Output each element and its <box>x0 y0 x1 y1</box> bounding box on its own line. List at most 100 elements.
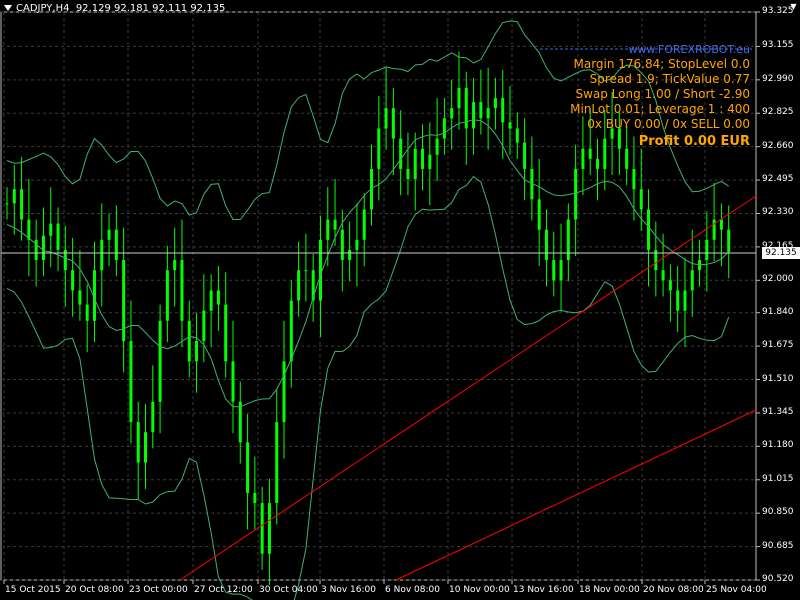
candle-body <box>523 142 527 169</box>
ohlc-readout: 92.129 92.181 92.111 92.135 <box>75 3 226 14</box>
time-tick-label: 20 Oct 08:00 <box>65 585 124 595</box>
candle-body <box>690 270 694 291</box>
price-tick-label: 93.155 <box>762 40 794 51</box>
candle-body <box>71 270 75 291</box>
candle-body <box>253 492 257 504</box>
candle-body <box>661 270 665 281</box>
candle-body <box>195 341 199 362</box>
candle-body <box>428 154 432 169</box>
candle-body <box>413 148 417 180</box>
profit-label: Profit 0.00 EUR <box>638 134 750 149</box>
price-tick-label: 90.685 <box>762 540 794 551</box>
candle-body <box>202 310 206 342</box>
candle-body <box>676 290 680 311</box>
current-price-badge: 92.135 <box>762 246 800 259</box>
forexrobot-link[interactable]: www.FOREXROBOT.eu <box>570 42 750 57</box>
candle-body <box>267 503 271 554</box>
info-line: Swap Long 1.00 / Short -2.90 <box>575 87 750 101</box>
candle-body <box>595 158 599 169</box>
price-tick-label: 93.325 <box>762 6 794 16</box>
price-tick-label: 92.000 <box>762 274 794 285</box>
candle-body <box>406 168 410 180</box>
candle-body <box>501 98 505 123</box>
info-panel: www.FOREXROBOT.eu Margin 176.84; StopLev… <box>570 42 750 149</box>
candle-body <box>20 189 24 220</box>
info-line: Margin 176.84; StopLevel 0.0 <box>573 57 750 71</box>
candle-body <box>231 361 235 402</box>
info-line: MinLot 0.01; Leverage 1 : 400 <box>570 102 750 116</box>
candle-body <box>78 290 82 305</box>
candle-body <box>289 300 293 362</box>
candle-body <box>479 102 483 119</box>
time-tick-label: 23 Oct 00:00 <box>129 585 188 595</box>
candle-body <box>41 235 45 261</box>
dropdown-triangle-icon[interactable] <box>4 5 12 11</box>
candle-body <box>216 290 220 305</box>
candle-body <box>362 209 366 240</box>
candle-body <box>544 229 548 261</box>
time-tick-label: 18 Nov 00:00 <box>579 585 640 595</box>
candle-body <box>304 270 308 272</box>
candle-body <box>187 320 191 362</box>
time-tick-label: 6 Nov 08:00 <box>385 585 440 595</box>
candle-body <box>719 219 723 230</box>
candle-body <box>158 320 162 402</box>
candle-body <box>100 239 104 271</box>
candle-body <box>85 304 89 321</box>
price-tick-label: 92.660 <box>762 140 794 151</box>
candle-body <box>12 189 16 204</box>
candle-body <box>457 87 461 109</box>
candle-body <box>318 239 322 301</box>
price-tick-label: 91.675 <box>762 340 794 351</box>
price-tick-label: 91.840 <box>762 306 794 317</box>
candle-body <box>472 102 476 129</box>
candle-body <box>508 122 512 129</box>
candle-body <box>581 148 585 169</box>
candle-body <box>632 168 636 190</box>
candle-body <box>566 219 570 261</box>
info-line: Spread 1.9; TickValue 0.77 <box>589 72 750 86</box>
time-tick-label: 30 Oct 04:00 <box>259 585 318 595</box>
candle-body <box>705 239 709 261</box>
candle-body <box>151 401 155 433</box>
candle-body <box>5 203 9 205</box>
info-line: 0x BUY 0.00 / 0x SELL 0.00 <box>587 117 750 131</box>
candle-body <box>49 223 53 236</box>
candle-body <box>537 199 541 230</box>
candle-body <box>326 219 330 240</box>
time-tick-label: 27 Oct 12:00 <box>194 585 253 595</box>
candle-body <box>727 229 731 252</box>
candle-body <box>107 229 111 240</box>
candle-body <box>165 270 169 321</box>
time-tick-label: 10 Nov 00:00 <box>449 585 510 595</box>
candle-body <box>129 341 133 423</box>
candle-body <box>668 280 672 291</box>
candle-body <box>114 229 118 261</box>
candle-body <box>588 148 592 159</box>
candle-body <box>340 229 344 261</box>
candle-body <box>209 290 213 311</box>
price-tick-label: 91.180 <box>762 440 794 451</box>
candle-body <box>391 108 395 139</box>
time-tick-label: 13 Nov 16:00 <box>513 585 574 595</box>
candle-body <box>515 128 519 143</box>
price-tick-label: 92.495 <box>762 174 794 185</box>
candle-body <box>297 270 301 301</box>
candle-body <box>377 128 381 169</box>
price-tick-label: 91.345 <box>762 406 794 417</box>
symbol-label: CADJPY,H4 <box>16 3 70 14</box>
price-tick-label: 90.520 <box>762 574 794 584</box>
candle-body <box>574 168 578 220</box>
candle-body <box>639 189 643 210</box>
candle-body <box>486 108 490 119</box>
price-tick-label: 91.015 <box>762 473 794 484</box>
candle-body <box>683 290 687 311</box>
price-tick-label: 90.850 <box>762 507 794 518</box>
candle-body <box>282 361 286 423</box>
trendline-lower <box>395 409 757 581</box>
chart-header: CADJPY,H4 92.129 92.181 92.111 92.135 <box>4 3 225 14</box>
time-tick-label: 15 Oct 2015 <box>5 585 61 595</box>
candle-body <box>136 422 140 463</box>
candle-body <box>246 442 250 493</box>
candle-body <box>173 260 177 271</box>
